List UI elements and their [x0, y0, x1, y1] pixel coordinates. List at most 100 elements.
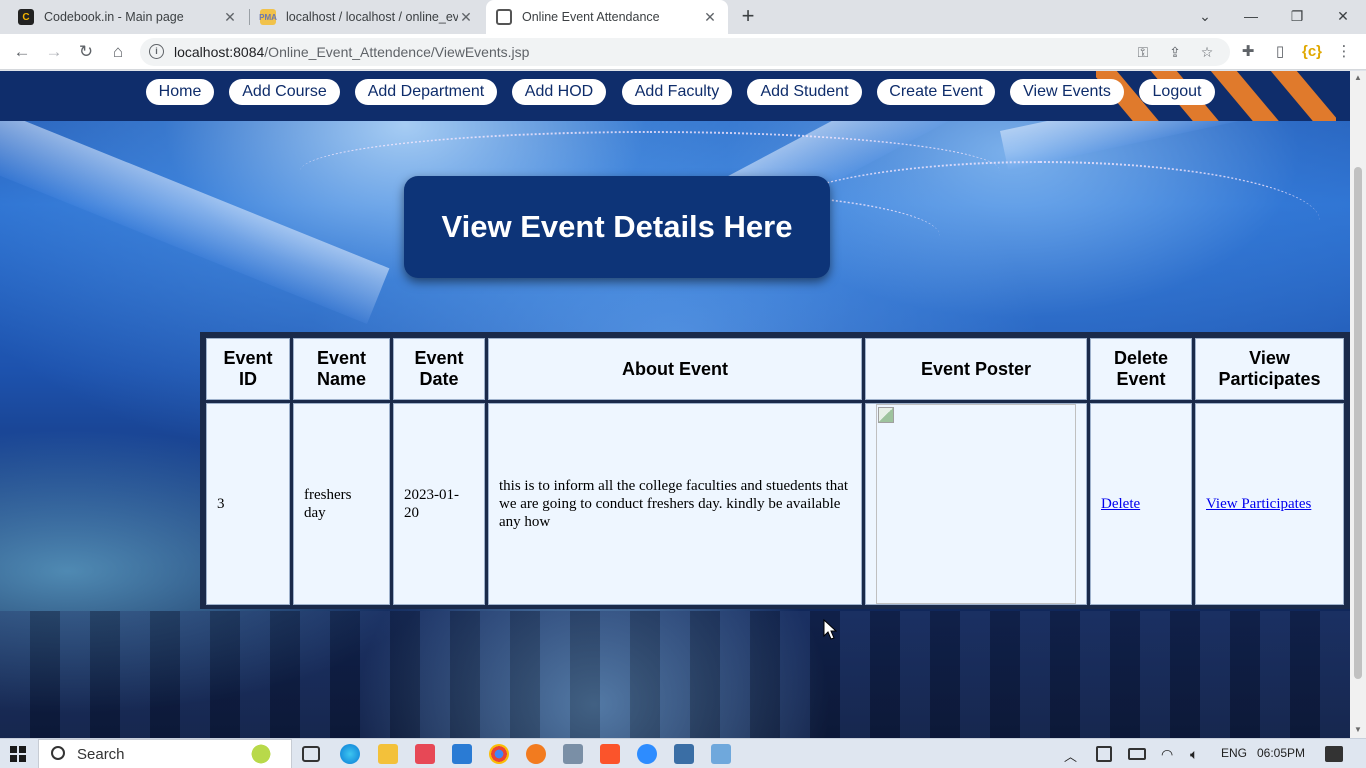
close-icon[interactable]: ✕: [458, 9, 474, 26]
broken-image-icon: [878, 407, 894, 423]
close-icon[interactable]: ✕: [222, 9, 238, 26]
header-event-poster: Event Poster: [865, 338, 1087, 400]
nav-add-faculty[interactable]: Add Faculty: [622, 79, 732, 105]
back-icon[interactable]: ←: [10, 40, 34, 64]
url-host: localhost:8084: [174, 44, 265, 60]
scroll-up-icon[interactable]: ▲: [1354, 73, 1362, 82]
app-icon[interactable]: [563, 744, 583, 764]
edge-browser-icon[interactable]: [340, 744, 360, 764]
vscode-icon[interactable]: [452, 744, 472, 764]
cell-event-id: 3: [206, 403, 290, 605]
virtualbox-icon[interactable]: [711, 744, 731, 764]
header-event-date: Event Date: [393, 338, 485, 400]
site-nav-bar: Home Add Course Add Department Add HOD A…: [0, 71, 1350, 121]
event-poster-image: [876, 404, 1076, 604]
close-icon[interactable]: ✕: [702, 9, 718, 26]
decorative-stripes: [1096, 71, 1336, 121]
search-icon: [51, 746, 65, 760]
screen-app-icon[interactable]: [674, 744, 694, 764]
cell-event-poster: [865, 403, 1087, 605]
taskbar-search-box[interactable]: Search: [38, 739, 292, 768]
windows-start-icon[interactable]: [10, 746, 26, 762]
home-icon[interactable]: ⌂: [106, 40, 130, 64]
page-favicon-icon: [496, 9, 512, 25]
share-icon[interactable]: ⇪: [1165, 42, 1185, 62]
view-participates-link[interactable]: View Participates: [1206, 496, 1311, 512]
key-icon[interactable]: ⚿: [1133, 42, 1153, 62]
nav-create-event[interactable]: Create Event: [877, 79, 995, 105]
header-event-name: Event Name: [293, 338, 390, 400]
nav-home[interactable]: Home: [146, 79, 214, 105]
page-viewport: Home Add Course Add Department Add HOD A…: [0, 71, 1350, 738]
clock[interactable]: 06:05PM: [1257, 746, 1305, 760]
browser-toolbar: ← → ↻ ⌂ i localhost:8084/Online_Event_At…: [0, 34, 1366, 70]
battery-icon[interactable]: [1128, 748, 1146, 760]
notifications-icon[interactable]: [1325, 746, 1343, 762]
star-icon[interactable]: ☆: [1197, 42, 1217, 62]
scroll-thumb[interactable]: [1354, 167, 1362, 679]
nav-add-student[interactable]: Add Student: [747, 79, 862, 105]
delete-event-link[interactable]: Delete: [1101, 496, 1140, 512]
brave-icon[interactable]: [600, 744, 620, 764]
table-header-row: Event ID Event Name Event Date About Event …: [206, 338, 1344, 400]
page-title-banner: View Event Details Here: [404, 176, 830, 278]
header-about-event: About Event: [488, 338, 862, 400]
mouse-cursor-icon: [823, 619, 837, 640]
browser-tab-active[interactable]: Online Event Attendance ✕: [486, 0, 728, 34]
cell-view-participates: View Participates: [1195, 403, 1344, 605]
page-scrollbar[interactable]: ▲ ▼: [1350, 71, 1366, 738]
background-dining-tables: [0, 611, 1350, 738]
language-indicator[interactable]: ENG: [1221, 746, 1247, 760]
url-text[interactable]: localhost:8084/Online_Event_Attendence/V…: [174, 44, 529, 60]
table-row: 3 freshers day 2023-01- 20 this is to info…: [206, 403, 1344, 605]
site-info-icon[interactable]: i: [149, 44, 164, 59]
tray-chevron-icon[interactable]: ︿: [1064, 746, 1077, 765]
address-bar[interactable]: i localhost:8084/Online_Event_Attendence…: [140, 38, 1230, 66]
tab-title: localhost / localhost / online_eve: [286, 10, 458, 24]
window-close-icon[interactable]: ✕: [1320, 0, 1366, 34]
cell-event-name: freshers day: [293, 403, 390, 605]
meet-now-icon[interactable]: [1096, 746, 1112, 762]
events-table: Event ID Event Name Event Date About Event …: [203, 335, 1347, 608]
forward-icon[interactable]: →: [42, 40, 66, 64]
wifi-icon[interactable]: ◠: [1161, 746, 1173, 763]
cell-delete: Delete: [1090, 403, 1192, 605]
extensions-icon[interactable]: ✚: [1236, 40, 1260, 64]
zoom-icon[interactable]: [637, 744, 657, 764]
page-title: View Event Details Here: [441, 209, 793, 244]
new-tab-icon[interactable]: +: [736, 5, 760, 29]
scroll-down-icon[interactable]: ▼: [1354, 725, 1362, 734]
task-view-icon[interactable]: [302, 746, 320, 762]
codebook-extension-icon[interactable]: {c}: [1300, 40, 1324, 64]
chevron-down-icon[interactable]: ⌄: [1182, 0, 1228, 34]
file-explorer-icon[interactable]: [378, 744, 398, 764]
cell-event-date: 2023-01- 20: [393, 403, 485, 605]
minimize-icon[interactable]: —: [1228, 0, 1274, 34]
taskbar-search-label: Search: [77, 746, 125, 763]
restore-icon[interactable]: ❐: [1274, 0, 1320, 34]
events-table-container: Event ID Event Name Event Date About Event …: [200, 332, 1350, 609]
menu-icon[interactable]: ⋮: [1332, 40, 1356, 64]
browser-tab-codebook[interactable]: C Codebook.in - Main page ✕: [8, 0, 248, 34]
browser-tab-phpmyadmin[interactable]: PMA localhost / localhost / online_eve ✕: [250, 0, 484, 34]
nav-add-course[interactable]: Add Course: [229, 79, 340, 105]
tab-title: Codebook.in - Main page: [44, 10, 184, 24]
reload-icon[interactable]: ↻: [74, 40, 98, 64]
codebook-favicon-icon: C: [18, 9, 34, 25]
background-lights: [760, 161, 1320, 281]
header-view-participates: View Participates: [1195, 338, 1344, 400]
nav-view-events[interactable]: View Events: [1010, 79, 1124, 105]
volume-icon[interactable]: 🔈︎: [1190, 746, 1198, 763]
background-beam: [0, 111, 390, 324]
search-highlight-icon: [245, 743, 285, 765]
search-app-icon[interactable]: [526, 744, 546, 764]
header-event-id: Event ID: [206, 338, 290, 400]
chrome-icon[interactable]: [489, 744, 509, 764]
nav-logout[interactable]: Logout: [1139, 79, 1215, 105]
nav-add-department[interactable]: Add Department: [355, 79, 497, 105]
nav-add-hod[interactable]: Add HOD: [512, 79, 606, 105]
cell-about-event: this is to inform all the college facult…: [488, 403, 862, 605]
side-panel-icon[interactable]: ▯: [1268, 40, 1292, 64]
store-icon[interactable]: [415, 744, 435, 764]
tab-title: Online Event Attendance: [522, 10, 660, 24]
